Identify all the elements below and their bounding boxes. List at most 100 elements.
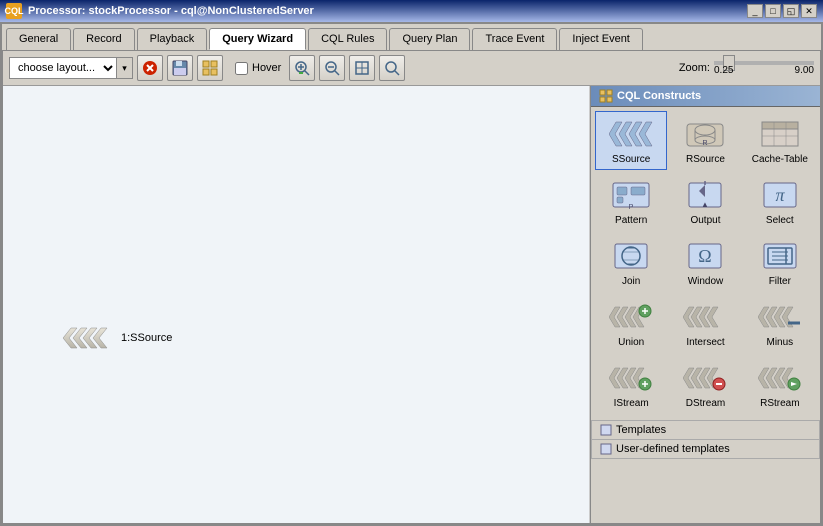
output-label-text: Output (690, 215, 720, 226)
cache-table-label-text: Cache-Table (752, 154, 808, 165)
delete-button[interactable] (137, 55, 163, 81)
tab-content: choose layout... horizontal vertical tre… (2, 50, 821, 524)
zoom-slider-container[interactable]: 0.25 9.00 (714, 61, 814, 76)
tab-query-plan[interactable]: Query Plan (389, 28, 470, 50)
tab-record[interactable]: Record (73, 28, 134, 50)
pattern-construct-icon: P (609, 177, 653, 213)
grid-button[interactable] (197, 55, 223, 81)
construct-istream[interactable]: IStream (595, 355, 667, 414)
fit-button[interactable] (349, 55, 375, 81)
filter-construct-icon (758, 238, 802, 274)
main-window: General Record Playback Query Wizard CQL… (0, 22, 823, 526)
select-label-text: Select (766, 215, 794, 226)
minus-construct-icon (758, 299, 802, 335)
cache-table-construct-icon (758, 116, 802, 152)
zoom-min: 0.25 (714, 65, 733, 76)
union-label-text: Union (618, 337, 644, 348)
construct-rsource[interactable]: R RSource (669, 111, 741, 170)
search-button[interactable] (379, 55, 405, 81)
rsource-label-text: RSource (686, 154, 725, 165)
output-construct-icon: ▲ (683, 177, 727, 213)
tab-trace-event[interactable]: Trace Event (472, 28, 557, 50)
zoom-in-button[interactable] (289, 55, 315, 81)
minimize-button[interactable]: _ (747, 4, 763, 18)
ssource-construct-icon (609, 116, 653, 152)
tabs-bar: General Record Playback Query Wizard CQL… (2, 24, 821, 50)
constructs-title-text: CQL Constructs (617, 90, 701, 102)
svg-text:Ω: Ω (699, 246, 712, 266)
zoom-values: 0.25 9.00 (714, 65, 814, 76)
templates-label: Templates (616, 424, 666, 436)
hover-checkbox[interactable] (235, 62, 248, 75)
construct-intersect[interactable]: Intersect (669, 294, 741, 353)
close-button[interactable]: ✕ (801, 4, 817, 18)
pattern-label-text: Pattern (615, 215, 647, 226)
tab-query-wizard[interactable]: Query Wizard (209, 28, 306, 50)
select-construct-icon: π (758, 177, 802, 213)
ssource-element[interactable]: 1:SSource (63, 326, 172, 350)
maximize-button[interactable]: □ (765, 4, 781, 18)
join-label-text: Join (622, 276, 640, 287)
templates-icon (600, 424, 612, 436)
construct-rstream[interactable]: RStream (744, 355, 816, 414)
canvas-panel: 1:SSource CQL Constructs (3, 86, 820, 523)
window-title: Processor: stockProcessor - cql@NonClust… (28, 5, 314, 17)
templates-row[interactable]: Templates (591, 420, 820, 440)
svg-text:P: P (629, 204, 634, 211)
zoom-out-button[interactable] (319, 55, 345, 81)
user-defined-templates-label: User-defined templates (616, 443, 730, 455)
construct-union[interactable]: Union (595, 294, 667, 353)
filter-label-text: Filter (769, 276, 791, 287)
restore-button[interactable]: ◱ (783, 4, 799, 18)
tab-general[interactable]: General (6, 28, 71, 50)
constructs-panel-title: CQL Constructs (591, 86, 820, 107)
save-button[interactable] (167, 55, 193, 81)
dstream-construct-icon (683, 360, 727, 396)
hover-checkbox-group[interactable]: Hover (235, 62, 281, 75)
layout-select-wrap[interactable]: choose layout... horizontal vertical tre… (9, 57, 133, 79)
ssource-label: 1:SSource (121, 332, 172, 344)
construct-select[interactable]: π Select (744, 172, 816, 231)
construct-output[interactable]: ▲ Output (669, 172, 741, 231)
minus-label-text: Minus (766, 337, 793, 348)
tab-inject-event[interactable]: Inject Event (559, 28, 642, 50)
title-bar: CQL Processor: stockProcessor - cql@NonC… (0, 0, 823, 22)
user-defined-templates-row[interactable]: User-defined templates (591, 440, 820, 459)
hover-label: Hover (252, 62, 281, 74)
window-construct-icon: Ω (683, 238, 727, 274)
construct-filter[interactable]: Filter (744, 233, 816, 292)
app-icon: CQL (6, 3, 22, 19)
title-bar-left: CQL Processor: stockProcessor - cql@NonC… (6, 3, 314, 19)
construct-dstream[interactable]: DStream (669, 355, 741, 414)
window-controls[interactable]: _ □ ◱ ✕ (747, 4, 817, 18)
join-construct-icon (609, 238, 653, 274)
intersect-label-text: Intersect (686, 337, 724, 348)
layout-select[interactable]: choose layout... horizontal vertical tre… (9, 57, 117, 79)
user-defined-templates-icon (600, 443, 612, 455)
ssource-icon (63, 326, 115, 350)
rsource-construct-icon: R (683, 116, 727, 152)
constructs-panel-icon (599, 89, 613, 103)
construct-ssource[interactable]: SSource (595, 111, 667, 170)
tab-cql-rules[interactable]: CQL Rules (308, 28, 387, 50)
rstream-construct-icon (758, 360, 802, 396)
construct-window[interactable]: Ω Window (669, 233, 741, 292)
layout-dropdown-arrow[interactable]: ▾ (117, 57, 133, 79)
construct-pattern[interactable]: P Pattern (595, 172, 667, 231)
istream-construct-icon (609, 360, 653, 396)
construct-minus[interactable]: Minus (744, 294, 816, 353)
zoom-section: Zoom: 0.25 9.00 (679, 61, 814, 76)
canvas-area[interactable]: 1:SSource (3, 86, 590, 523)
dstream-label-text: DStream (686, 398, 725, 409)
construct-join[interactable]: Join (595, 233, 667, 292)
constructs-panel: CQL Constructs (590, 86, 820, 523)
svg-text:▲: ▲ (702, 200, 710, 209)
construct-cache-table[interactable]: Cache-Table (744, 111, 816, 170)
svg-text:π: π (775, 185, 785, 205)
tab-playback[interactable]: Playback (137, 28, 208, 50)
union-construct-icon (609, 299, 653, 335)
ssource-label-text: SSource (612, 154, 650, 165)
constructs-grid: SSource R (591, 107, 820, 418)
templates-section: Templates User-defined templates (591, 420, 820, 459)
zoom-max: 9.00 (795, 65, 814, 76)
